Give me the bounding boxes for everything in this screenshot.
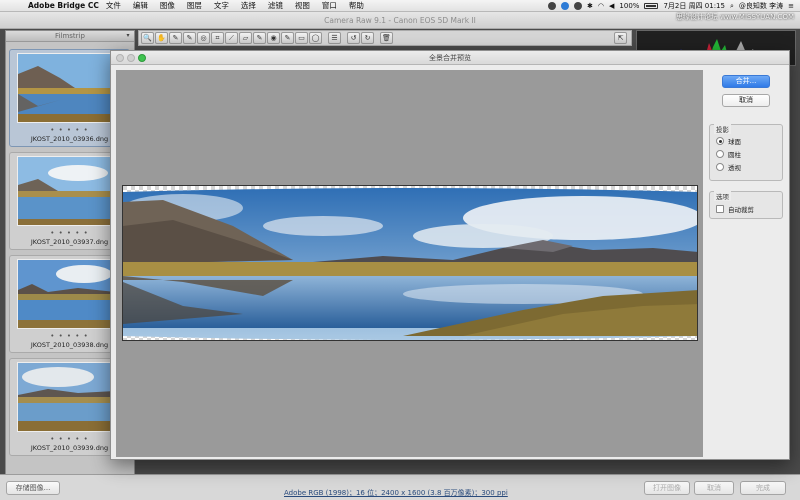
preferences-icon[interactable]: ☰ [328, 32, 341, 44]
projection-perspective[interactable]: 透视 [716, 162, 741, 172]
menu-layer[interactable]: 图层 [187, 0, 202, 11]
close-window-icon[interactable] [116, 54, 124, 62]
radio-button[interactable] [716, 150, 724, 158]
search-icon[interactable]: ⌕ [730, 2, 734, 11]
filmstrip-menu-icon[interactable]: ▾ [124, 32, 132, 40]
thumbnail-image [17, 156, 114, 226]
adjustment-brush-icon[interactable]: ✎ [281, 32, 294, 44]
dialog-cancel-button[interactable]: 取消 [722, 94, 770, 107]
zoom-window-icon[interactable] [138, 54, 146, 62]
white-balance-tool-icon[interactable]: ✎ [169, 32, 182, 44]
radial-filter-icon[interactable]: ◯ [309, 32, 322, 44]
open-image-button[interactable]: 打开图像 [644, 481, 690, 495]
color-sampler-icon[interactable]: ✎ [183, 32, 196, 44]
menu-list-icon[interactable]: ≡ [788, 2, 794, 10]
rotate-left-icon[interactable]: ↺ [347, 32, 360, 44]
radio-button[interactable] [716, 137, 724, 145]
options-title: 选项 [714, 191, 731, 201]
menu-image[interactable]: 图像 [160, 0, 175, 11]
menu-type[interactable]: 文字 [214, 0, 229, 11]
merge-button[interactable]: 合并... [722, 75, 770, 88]
hand-tool-icon[interactable]: ✋ [155, 32, 168, 44]
auto-crop-option[interactable]: 自动裁剪 [716, 204, 754, 214]
auto-crop-label: 自动裁剪 [728, 206, 754, 214]
done-button[interactable]: 完成 [740, 481, 786, 495]
save-image-button[interactable]: 存储图像... [6, 481, 60, 495]
projection-spherical[interactable]: 球面 [716, 136, 741, 146]
menu-window[interactable]: 窗口 [322, 0, 337, 11]
options-group: 选项 自动裁剪 [709, 191, 783, 219]
radio-button[interactable] [716, 163, 724, 171]
menu-filter[interactable]: 滤镜 [268, 0, 283, 11]
status-area: ✱ ◠ ◀ 100% 7月2日 周四 01:15 ⌕ @良知数 李涛 ≡ [548, 0, 794, 12]
filmstrip-header: Filmstrip ▾ [6, 31, 134, 42]
projection-cylindrical[interactable]: 圆柱 [716, 149, 741, 159]
menu-file[interactable]: 文件 [106, 0, 121, 11]
targeted-adjustment-icon[interactable]: ◎ [197, 32, 210, 44]
app-menu[interactable]: Adobe Bridge CC [28, 1, 99, 10]
thumbnail-image [17, 259, 114, 329]
radio-label: 圆柱 [728, 151, 741, 159]
menu-help[interactable]: 帮助 [349, 0, 364, 11]
status-icon[interactable] [574, 2, 583, 10]
clock[interactable]: 7月2日 周四 01:15 [663, 1, 725, 11]
user-name[interactable]: @良知数 李涛 [739, 1, 783, 11]
battery-percent: 100% [619, 2, 640, 10]
watermark: 思缘设计论坛 www.MISSYUAN.COM [675, 13, 794, 21]
zoom-tool-icon[interactable]: 🔍 [141, 32, 154, 44]
radio-label: 透视 [728, 164, 741, 172]
status-icon[interactable] [548, 2, 557, 10]
status-icon[interactable] [561, 2, 570, 10]
menu-select[interactable]: 选择 [241, 0, 256, 11]
fullscreen-icon[interactable]: ⇱ [614, 32, 627, 44]
toolbar: 🔍 ✋ ✎ ✎ ◎ ⌗ ⟋ ▱ ✎ ◉ ✎ ▭ ◯ ☰ ↺ ↻ 🗑 ⇱ [138, 30, 632, 46]
bluetooth-icon[interactable]: ✱ [587, 2, 593, 10]
crop-tool-icon[interactable]: ⌗ [211, 32, 224, 44]
trash-icon[interactable]: 🗑 [380, 32, 393, 44]
filmstrip-title: Filmstrip [55, 32, 85, 40]
menu-view[interactable]: 视图 [295, 0, 310, 11]
thumbnail-image [17, 362, 114, 432]
rotate-right-icon[interactable]: ↻ [361, 32, 374, 44]
cancel-button[interactable]: 取消 [694, 481, 734, 495]
menu-bar: Adobe Bridge CC 文件 编辑 图像 图层 文字 选择 滤镜 视图 … [0, 0, 800, 12]
transform-tool-icon[interactable]: ▱ [239, 32, 252, 44]
auto-crop-checkbox[interactable] [716, 205, 724, 213]
spot-removal-icon[interactable]: ✎ [253, 32, 266, 44]
workflow-options-link[interactable]: Adobe RGB (1998)；16 位；2400 x 1600 (3.8 百… [284, 488, 508, 498]
dialog-titlebar: 全景合并预览 [111, 51, 789, 65]
panorama-merge-dialog: 全景合并预览 合并... 取消 投影 球面 圆柱 透视 选项 自动裁剪 [110, 50, 790, 460]
menu-edit[interactable]: 编辑 [133, 0, 148, 11]
wifi-icon[interactable]: ◠ [598, 2, 604, 10]
thumbnail-image [17, 53, 114, 123]
radio-label: 球面 [728, 138, 741, 146]
red-eye-icon[interactable]: ◉ [267, 32, 280, 44]
projection-group: 投影 球面 圆柱 透视 [709, 124, 783, 181]
panorama-preview-area [116, 70, 703, 457]
straighten-tool-icon[interactable]: ⟋ [225, 32, 238, 44]
battery-icon[interactable] [644, 3, 659, 9]
graduated-filter-icon[interactable]: ▭ [295, 32, 308, 44]
dialog-title: 全景合并预览 [429, 54, 471, 62]
projection-title: 投影 [714, 124, 731, 134]
panorama-preview-image [122, 185, 698, 341]
volume-icon[interactable]: ◀ [609, 2, 614, 10]
minimize-window-icon[interactable] [127, 54, 135, 62]
bottom-bar: 存储图像... Adobe RGB (1998)；16 位；2400 x 160… [0, 474, 800, 500]
